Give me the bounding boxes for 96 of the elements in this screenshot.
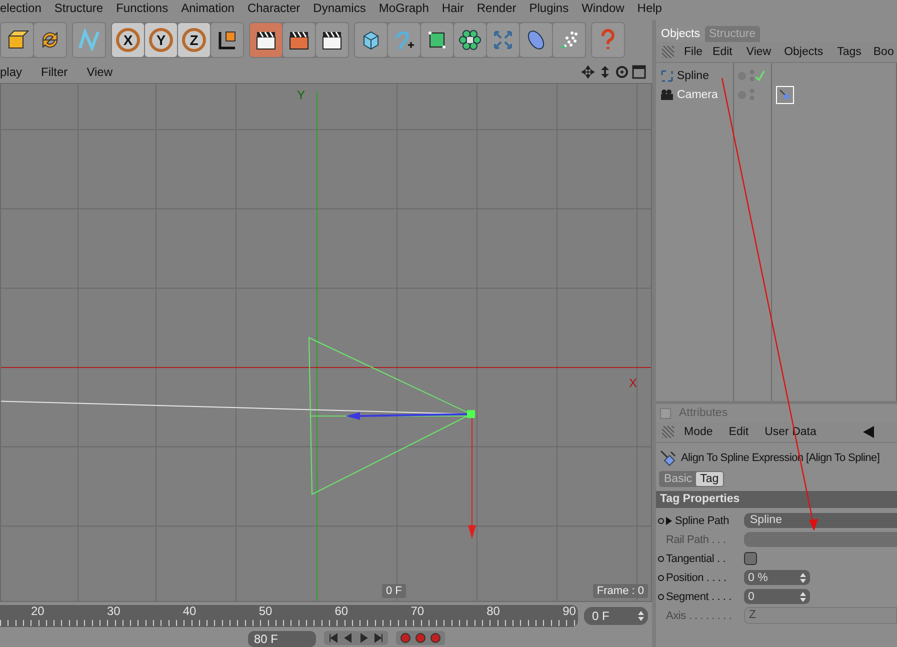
- panel-menu-item[interactable]: Edit: [728, 426, 749, 438]
- axis-toggle-button[interactable]: X: [112, 22, 144, 57]
- align-tag-icon: [659, 449, 677, 467]
- record-icon[interactable]: [400, 632, 411, 643]
- property-label: Tangential . .: [666, 552, 727, 564]
- menu-item[interactable]: Character: [247, 1, 300, 15]
- menu-item[interactable]: Window: [582, 1, 624, 15]
- x-axis-label: X: [629, 376, 638, 390]
- object-name: Spline: [677, 70, 709, 82]
- panel-menu-item[interactable]: Boo: [873, 46, 894, 58]
- back-arrow-icon[interactable]: [862, 426, 874, 438]
- grip-icon[interactable]: [662, 46, 674, 58]
- menu-item[interactable]: Functions: [116, 1, 168, 15]
- 3d-viewport[interactable]: Y X 0 F Frame : 0: [0, 82, 652, 602]
- timeline-tick-label: 70: [410, 605, 424, 618]
- panel-menu-item[interactable]: View: [746, 46, 772, 58]
- y-axis-label: Y: [297, 88, 306, 102]
- toolbar-button[interactable]: [211, 22, 243, 57]
- section-header: Tag Properties: [656, 491, 897, 508]
- menu-item[interactable]: Help: [637, 1, 662, 15]
- timeline-tick-label: 20: [31, 605, 44, 618]
- link-field[interactable]: Spline: [744, 513, 897, 528]
- toolbar-button[interactable]: [250, 22, 282, 57]
- frame-counter: Frame : 0: [592, 584, 648, 598]
- viewport-menu-item[interactable]: play: [0, 65, 22, 80]
- viewport-menu-item[interactable]: View: [86, 65, 112, 80]
- grip-icon[interactable]: [662, 426, 674, 438]
- record-icon[interactable]: [415, 632, 426, 643]
- object-row[interactable]: Spline: [656, 67, 733, 84]
- zigzag-spline-icon: [77, 28, 101, 52]
- timeline-tick-label: 80: [486, 605, 500, 618]
- toolbar-button[interactable]: [1, 22, 33, 57]
- toolbar-button[interactable]: [454, 22, 486, 57]
- menu-item[interactable]: election: [0, 1, 42, 15]
- property-label: Position . . . .: [666, 572, 728, 584]
- end-frame-field[interactable]: 80 F: [248, 630, 316, 647]
- property-label: Axis . . . . . . . .: [666, 610, 733, 622]
- number-field[interactable]: 0: [744, 589, 810, 604]
- object-row[interactable]: Camera: [656, 86, 733, 103]
- camera-point-marker: [467, 410, 475, 418]
- frame-badge: 0 F: [382, 584, 406, 598]
- menu-item[interactable]: MoGraph: [378, 1, 429, 15]
- current-frame-field[interactable]: 0 F: [584, 607, 648, 626]
- animate-bullet-icon[interactable]: [658, 594, 664, 600]
- spinner-icon: [800, 592, 806, 602]
- panel-menu-item[interactable]: Tags: [837, 46, 862, 58]
- axis-toggle-button[interactable]: Y: [145, 22, 177, 57]
- menu-item[interactable]: Animation: [181, 1, 234, 15]
- menu-item[interactable]: Hair: [442, 1, 464, 15]
- timeline-tick-label: 60: [334, 605, 348, 618]
- object-name: Camera: [677, 88, 718, 100]
- number-field[interactable]: 0 %: [744, 570, 810, 585]
- toolbar-button[interactable]: [283, 22, 315, 57]
- record-icon[interactable]: [430, 632, 441, 643]
- timeline-tick-label: 90: [562, 605, 576, 618]
- expand-triangle-icon[interactable]: [666, 516, 672, 524]
- animate-bullet-icon[interactable]: [658, 518, 664, 524]
- attribute-tab[interactable]: Tag: [696, 472, 723, 486]
- menu-item[interactable]: Render: [476, 1, 516, 15]
- timeline-tick-label: 50: [258, 605, 272, 618]
- property-label: Rail Path . . .: [666, 534, 727, 546]
- rotate-view-icon[interactable]: [615, 65, 629, 80]
- spline-object-icon: [660, 68, 674, 82]
- toolbar-button[interactable]: [316, 22, 348, 57]
- tag-icon[interactable]: [776, 86, 794, 104]
- playback-icon[interactable]: [343, 632, 354, 643]
- animate-bullet-icon[interactable]: [658, 556, 664, 562]
- property-label: Segment . . . .: [666, 590, 732, 602]
- toolbar-button[interactable]: [421, 22, 453, 57]
- panel-menu-item[interactable]: Mode: [684, 426, 713, 438]
- playback-icon[interactable]: [373, 632, 384, 643]
- playback-icon[interactable]: [358, 632, 369, 643]
- timeline-ruler[interactable]: 20 30 40 50 60 70 80 90: [0, 605, 578, 628]
- panel-toggle-icon[interactable]: [660, 408, 671, 418]
- timeline-tick-label: 30: [106, 605, 120, 618]
- panel-menu-item[interactable]: File: [684, 46, 703, 58]
- property-label: Spline Path: [666, 514, 740, 526]
- move-view-icon[interactable]: [581, 65, 595, 80]
- menu-item[interactable]: Structure: [54, 1, 104, 15]
- playback-icon[interactable]: [328, 632, 339, 643]
- spinner-icon: [638, 611, 644, 622]
- viewport-menu-item[interactable]: Filter: [41, 65, 68, 80]
- maximize-view-icon[interactable]: [632, 65, 646, 80]
- flower-array-icon: [458, 28, 482, 52]
- panel-menu-item[interactable]: Edit: [712, 46, 732, 58]
- axis-toggle-button[interactable]: Z: [178, 22, 210, 57]
- enabled-check-icon[interactable]: [749, 68, 765, 82]
- timeline-tick-label: 40: [182, 605, 196, 618]
- spinner-icon: [800, 572, 806, 582]
- animate-bullet-icon[interactable]: [658, 574, 664, 580]
- panel-menu-item[interactable]: Objects: [784, 46, 824, 58]
- toolbar-button[interactable]: [34, 22, 66, 57]
- menu-item[interactable]: Plugins: [529, 1, 569, 15]
- camera-icon: [660, 88, 674, 100]
- checkbox[interactable]: [744, 552, 757, 565]
- menu-item[interactable]: Dynamics: [313, 1, 366, 15]
